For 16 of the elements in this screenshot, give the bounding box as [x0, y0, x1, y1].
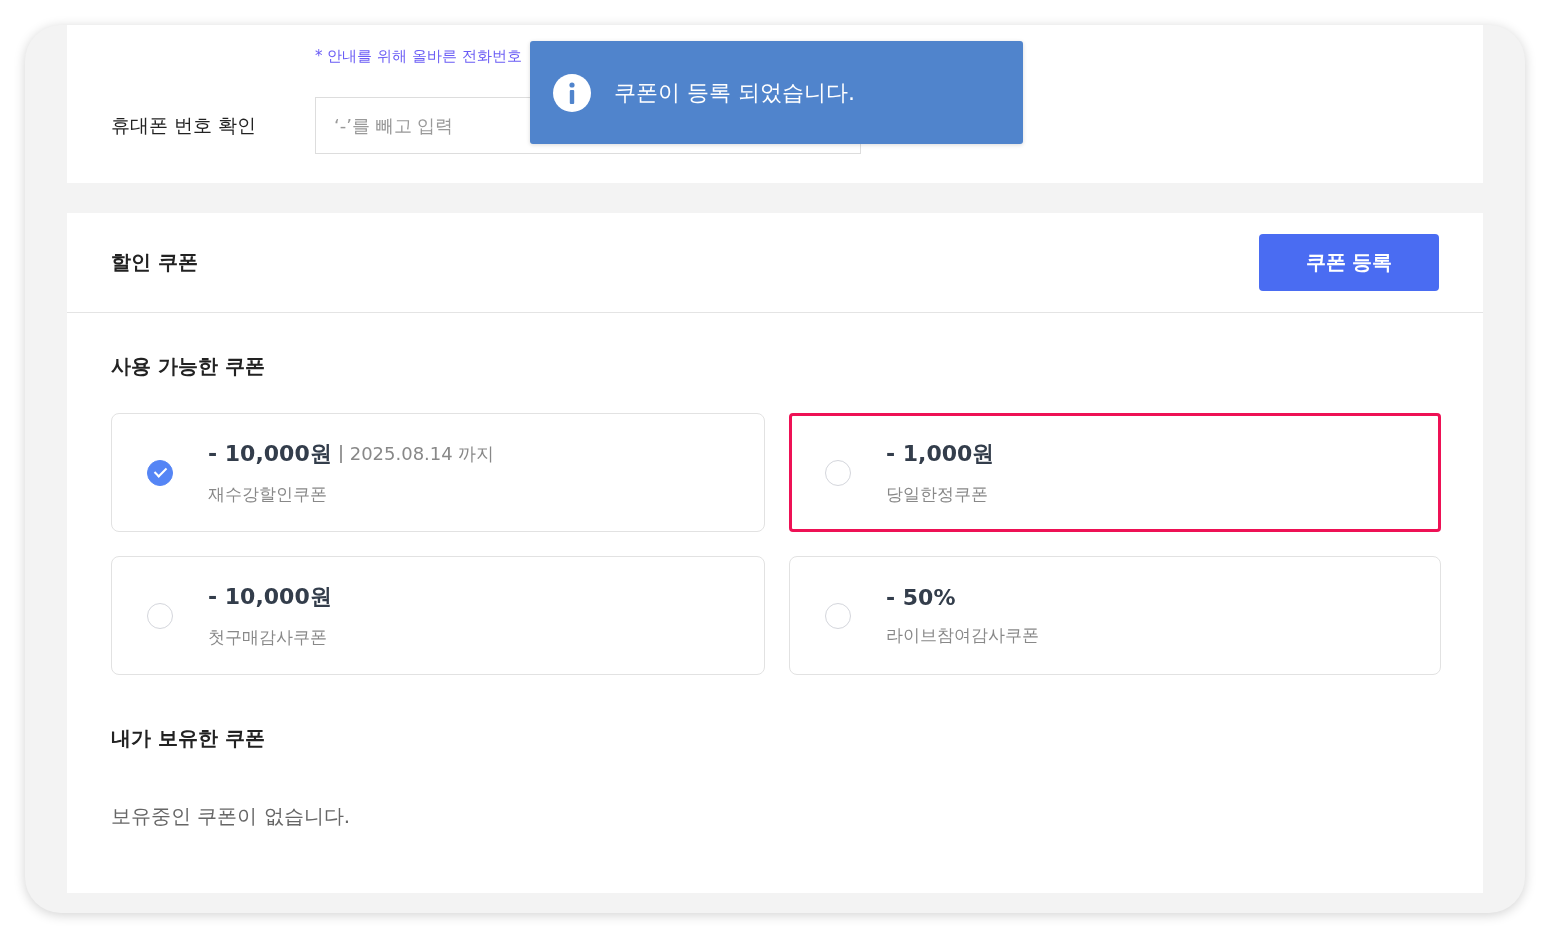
empty-message: 보유중인 쿠폰이 없습니다.: [111, 803, 352, 830]
discount-amount: - 1,000원: [886, 440, 995, 468]
field-label: 휴대폰 번호 확인: [111, 112, 258, 138]
discount-amount: - 10,000원: [208, 440, 332, 468]
expiry-date: 2025.08.14 까지: [349, 442, 495, 466]
coupon-name: 라이브참여감사쿠폰: [886, 623, 1039, 647]
discount-amount: - 10,000원: [208, 583, 332, 611]
coupon-name: 당일한정쿠폰: [886, 483, 989, 506]
section-title: 할인 쿠폰: [111, 249, 198, 276]
coupon-name: 첫구매감사쿠폰: [208, 626, 328, 649]
subsection-title: 사용 가능한 쿠폰: [111, 353, 266, 380]
discount-amount: - 50%: [886, 584, 956, 610]
coupon-name: 재수강할인쿠폰: [208, 483, 328, 506]
toast-message: 쿠폰이 등록 되었습니다.: [614, 78, 855, 107]
hint-text: * 안내를 위해 올바른 전화번호: [315, 46, 523, 67]
subsection-title: 내가 보유한 쿠폰: [111, 725, 266, 752]
